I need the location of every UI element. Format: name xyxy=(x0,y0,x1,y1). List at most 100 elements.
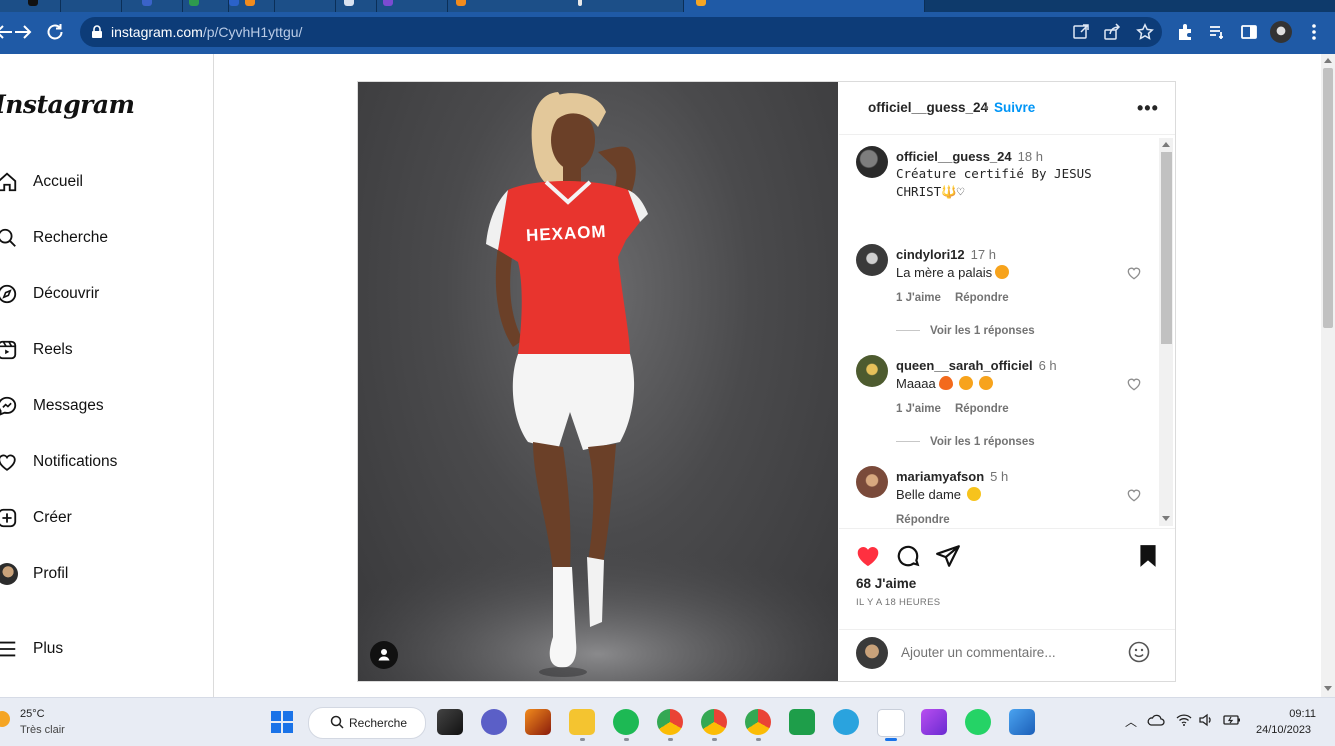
comment-username[interactable]: mariamyafson xyxy=(896,469,984,484)
more-options-button[interactable]: ••• xyxy=(1137,98,1159,119)
reply-button[interactable]: Répondre xyxy=(955,292,1009,304)
clock-time[interactable]: 09:11 xyxy=(1284,708,1316,720)
clock-date[interactable]: 24/10/2023 xyxy=(1256,724,1311,736)
comment-likes[interactable]: 1 J'aime xyxy=(896,292,941,304)
scroll-thumb[interactable] xyxy=(1323,68,1333,328)
weather-temperature[interactable]: 25°C xyxy=(20,708,45,720)
comments-scrollbar[interactable] xyxy=(1159,138,1173,526)
save-bookmark-icon[interactable] xyxy=(1135,543,1161,569)
comment-like-heart-icon[interactable] xyxy=(1126,265,1142,281)
chrome-profile-icon[interactable] xyxy=(701,709,727,735)
task-view-icon[interactable] xyxy=(437,709,463,735)
scroll-down-arrow-icon[interactable] xyxy=(1162,516,1170,521)
forward-button[interactable] xyxy=(11,20,35,44)
weather-condition[interactable]: Très clair xyxy=(20,724,65,736)
like-heart-icon[interactable] xyxy=(855,543,881,569)
browser-tab[interactable] xyxy=(61,0,122,12)
weather-sun-icon[interactable] xyxy=(0,711,10,727)
browser-tab[interactable] xyxy=(336,0,377,12)
browser-tab[interactable] xyxy=(448,0,684,12)
comment-like-heart-icon[interactable] xyxy=(1126,487,1142,503)
sidebar-item-notifications[interactable]: Notifications xyxy=(0,449,200,477)
sidebar-item-decouvrir[interactable]: Découvrir xyxy=(0,281,200,309)
comment-user[interactable]: cindylori12 17 h xyxy=(896,247,996,262)
extensions-icon[interactable] xyxy=(1176,23,1194,41)
telegram-icon[interactable] xyxy=(833,709,859,735)
comments-list[interactable]: officiel__guess_24 18 h Créature certifié… xyxy=(839,135,1175,527)
sidebar-item-profil[interactable]: Profil xyxy=(0,561,200,589)
view-replies-label[interactable]: Voir les 1 réponses xyxy=(930,325,1035,337)
kebab-menu-icon[interactable] xyxy=(1305,23,1323,41)
share-icon[interactable] xyxy=(1103,23,1121,41)
view-replies-button[interactable]: Voir les 1 réponses xyxy=(896,325,1035,337)
cloud-icon[interactable] xyxy=(1147,713,1165,727)
comment-user[interactable]: queen__sarah_officiel 6 h xyxy=(896,358,1057,373)
view-replies-button[interactable]: Voir les 1 réponses xyxy=(896,436,1035,448)
clipchamp-icon[interactable] xyxy=(921,709,947,735)
comment-username[interactable]: queen__sarah_officiel xyxy=(896,358,1033,373)
game-app-icon[interactable] xyxy=(525,709,551,735)
whatsapp-icon[interactable] xyxy=(965,709,991,735)
open-in-app-icon[interactable] xyxy=(1072,23,1090,41)
teams-icon[interactable] xyxy=(481,709,507,735)
sidebar-item-messages[interactable]: Messages xyxy=(0,393,200,421)
browser-tab[interactable] xyxy=(377,0,448,12)
avatar[interactable] xyxy=(856,244,888,276)
emoji-picker-icon[interactable] xyxy=(1127,640,1151,664)
volume-icon[interactable] xyxy=(1198,713,1214,727)
browser-tab[interactable] xyxy=(275,0,336,12)
comment-input[interactable]: Ajouter un commentaire... xyxy=(901,645,1056,660)
browser-tab[interactable] xyxy=(0,0,61,12)
sidebar-item-creer[interactable]: Créer xyxy=(0,505,200,533)
sidebar-item-plus[interactable]: Plus xyxy=(0,636,200,664)
browser-tab-active[interactable] xyxy=(684,0,925,12)
post-author[interactable]: officiel__guess_24 xyxy=(868,100,988,115)
caption-user[interactable]: officiel__guess_24 18 h xyxy=(896,149,1043,164)
bookmark-star-icon[interactable] xyxy=(1136,23,1154,41)
windows-start-icon[interactable] xyxy=(269,709,295,735)
reading-list-icon[interactable] xyxy=(1208,23,1226,41)
instagram-logo[interactable]: Instagram xyxy=(0,90,135,119)
browser-tab[interactable] xyxy=(229,0,275,12)
side-panel-icon[interactable] xyxy=(1240,23,1258,41)
follow-button[interactable]: Suivre xyxy=(994,100,1035,115)
caption-username[interactable]: officiel__guess_24 xyxy=(896,149,1012,164)
reply-button[interactable]: Répondre xyxy=(955,403,1009,415)
reload-button[interactable] xyxy=(43,20,67,44)
likes-count[interactable]: 68 J'aime xyxy=(856,576,916,591)
browser-tab[interactable] xyxy=(122,0,183,12)
file-explorer-icon[interactable] xyxy=(569,709,595,735)
avatar[interactable] xyxy=(856,466,888,498)
comment-icon[interactable] xyxy=(895,543,921,569)
photos-icon[interactable] xyxy=(1009,709,1035,735)
comment-user[interactable]: mariamyafson 5 h xyxy=(896,469,1008,484)
page-scrollbar[interactable] xyxy=(1321,54,1335,697)
post-photo[interactable]: HEXAOM xyxy=(358,82,838,681)
address-bar[interactable]: instagram.com/p/CyvhH1yttgu/ xyxy=(80,17,1162,47)
comment-like-heart-icon[interactable] xyxy=(1126,376,1142,392)
wifi-icon[interactable] xyxy=(1176,713,1192,727)
tray-chevron-up-icon[interactable]: ︿ xyxy=(1125,713,1137,730)
scroll-up-arrow-icon[interactable] xyxy=(1324,58,1332,63)
scroll-up-arrow-icon[interactable] xyxy=(1162,142,1170,147)
sidebar-item-recherche[interactable]: Recherche xyxy=(0,225,200,253)
sidebar-item-reels[interactable]: Reels xyxy=(0,337,200,365)
comment-likes[interactable]: 1 J'aime xyxy=(896,403,941,415)
spotify-icon[interactable] xyxy=(613,709,639,735)
reply-button[interactable]: Répondre xyxy=(896,514,950,526)
chrome-icon[interactable] xyxy=(657,709,683,735)
snipping-tool-icon[interactable] xyxy=(877,709,905,737)
google-chat-icon[interactable] xyxy=(789,709,815,735)
sidebar-item-accueil[interactable]: Accueil xyxy=(0,169,200,197)
chrome-profile-icon[interactable] xyxy=(745,709,771,735)
avatar[interactable] xyxy=(856,146,888,178)
battery-icon[interactable] xyxy=(1222,713,1242,727)
avatar[interactable] xyxy=(856,355,888,387)
tagged-people-button[interactable] xyxy=(370,641,398,669)
taskbar-search[interactable]: Recherche xyxy=(308,707,426,739)
scroll-thumb[interactable] xyxy=(1161,152,1172,344)
comment-username[interactable]: cindylori12 xyxy=(896,247,965,262)
browser-tab[interactable] xyxy=(183,0,229,12)
scroll-down-arrow-icon[interactable] xyxy=(1324,686,1332,691)
share-paper-plane-icon[interactable] xyxy=(935,543,961,569)
